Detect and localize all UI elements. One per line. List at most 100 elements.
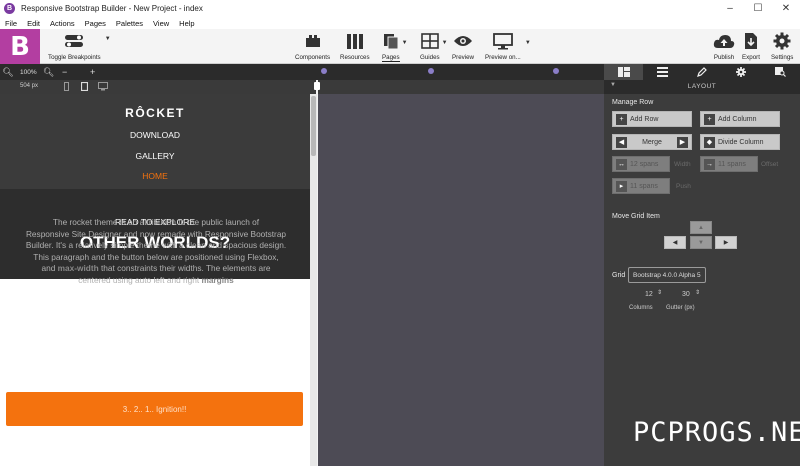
logo-letter: B — [10, 31, 30, 62]
width-select[interactable]: ↔ 12 spans — [612, 156, 670, 172]
menu-edit[interactable]: Edit — [27, 19, 40, 28]
paragraph-line: centered using auto left and right margi… — [8, 275, 304, 287]
pages-button[interactable]: Pages ▼ — [382, 32, 408, 62]
tablet-icon[interactable] — [80, 81, 89, 93]
paragraph-line: Builder. It's a relatively simple theme … — [25, 240, 287, 250]
add-column-button[interactable]: + Add Column — [700, 111, 780, 127]
zoom-minus-button[interactable]: − — [57, 67, 73, 77]
menu-palettes[interactable]: Palettes — [116, 19, 143, 28]
paragraph-line: Responsive Site Designer and now remade … — [25, 228, 287, 239]
zoom-out-icon[interactable]: 🔍︎ — [0, 67, 16, 78]
chevron-down-icon: ▼ — [524, 40, 531, 46]
tab-styles[interactable] — [643, 64, 682, 80]
zoom-plus-button[interactable]: + — [85, 67, 101, 77]
menu-view[interactable]: View — [153, 19, 169, 28]
layout-icon — [617, 67, 630, 77]
move-left-button[interactable]: ◀ — [664, 236, 686, 249]
preview-button[interactable]: Preview — [452, 32, 474, 61]
columns-stepper-icon[interactable]: ⇕ — [657, 289, 662, 296]
move-right-button[interactable]: ▶ — [715, 236, 737, 249]
move-down-button[interactable]: ▼ — [690, 236, 712, 249]
panel-header[interactable]: ▼ LAYOUT — [604, 80, 800, 94]
inspect-icon — [774, 67, 786, 77]
toggle-breakpoints-button[interactable]: Toggle Breakpoints ▼ — [48, 32, 111, 61]
nav-link-gallery[interactable]: GALLERY — [0, 151, 310, 161]
breakpoint-dot[interactable] — [321, 68, 327, 74]
export-button[interactable]: Export — [742, 32, 760, 61]
tab-layout[interactable] — [604, 64, 644, 80]
divide-column-label: Divide Column — [718, 138, 764, 146]
export-icon — [742, 32, 760, 50]
desktop-icon[interactable] — [98, 82, 108, 93]
toggle-breakpoints-label: Toggle Breakpoints — [48, 54, 101, 61]
canvas-width-label: 504 px — [20, 83, 39, 89]
merge-button[interactable]: ◀ Merge ▶ — [612, 134, 692, 150]
gutter-value[interactable]: 30 — [682, 291, 690, 298]
gutter-label: Gutter (px) — [666, 305, 695, 311]
tab-settings[interactable] — [722, 64, 761, 80]
merge-label: Merge — [642, 138, 662, 146]
preview-brand[interactable]: RÔCKET — [0, 106, 310, 120]
push-icon: ▸ — [616, 180, 627, 192]
menu-help[interactable]: Help — [179, 19, 194, 28]
scrollbar-thumb[interactable] — [311, 96, 316, 156]
main-toolbar: B Toggle Breakpoints ▼ Components Resour… — [0, 29, 800, 64]
list-icon — [657, 67, 669, 77]
components-label: Components — [295, 54, 331, 61]
breakpoint-dot[interactable] — [553, 68, 559, 74]
close-button[interactable]: ✕ — [772, 0, 800, 17]
guides-button[interactable]: Guides ▼ — [420, 32, 448, 61]
tab-inspect[interactable] — [761, 64, 800, 80]
maximize-button[interactable]: ☐ — [744, 0, 772, 17]
settings-button[interactable]: Settings — [771, 32, 793, 61]
merge-left-icon: ◀ — [616, 136, 627, 148]
ignition-button[interactable]: 3.. 2.. 1.. Ignition!! — [6, 392, 303, 426]
toggle-breakpoints-icon — [64, 32, 84, 50]
gutter-stepper-icon[interactable]: ⇕ — [695, 289, 700, 296]
chevron-down-icon: ▼ — [441, 40, 448, 46]
arrow-down-icon: ▼ — [698, 239, 704, 246]
publish-label: Publish — [713, 54, 735, 61]
add-row-button[interactable]: + Add Row — [612, 111, 692, 127]
chevron-down-icon: ▼ — [104, 36, 111, 42]
paragraph-bold: max-width — [57, 263, 99, 273]
grid-framework-select[interactable]: Bootstrap 4.0.0 Alpha 5 — [628, 267, 706, 283]
page-preview[interactable]: RÔCKET DOWNLOAD GALLERY HOME READ TO EXP… — [0, 94, 310, 466]
breakpoint-dot[interactable] — [428, 68, 434, 74]
preview-navbar[interactable]: RÔCKET DOWNLOAD GALLERY HOME — [0, 94, 310, 189]
chevron-down-icon: ▼ — [401, 40, 408, 46]
move-up-button[interactable]: ▲ — [690, 221, 712, 234]
canvas-resize-handle[interactable] — [314, 82, 320, 90]
zoom-value[interactable]: 100% — [20, 69, 37, 76]
preview-paragraph[interactable]: The rocket theme is an attribution to th… — [8, 217, 304, 286]
columns-value[interactable]: 12 — [645, 291, 653, 298]
preview-on-button[interactable]: Preview on... ▼ — [485, 32, 531, 61]
menu-actions[interactable]: Actions — [50, 19, 75, 28]
resources-label: Resources — [340, 54, 370, 61]
arrow-right-icon: ▶ — [723, 240, 729, 246]
preview-scrollbar[interactable] — [310, 94, 317, 466]
offset-select[interactable]: → 11 spans — [700, 156, 758, 172]
pencil-icon — [697, 67, 707, 77]
eye-icon — [453, 32, 473, 50]
add-row-icon: + — [616, 113, 627, 125]
zoom-in-icon[interactable]: 🔍︎ — [41, 67, 57, 78]
phone-icon[interactable] — [64, 82, 69, 93]
menu-pages[interactable]: Pages — [85, 19, 106, 28]
push-select[interactable]: ▸ 11 spans — [612, 178, 670, 194]
divide-column-button[interactable]: ◆ Divide Column — [700, 134, 780, 150]
components-button[interactable]: Components — [295, 32, 330, 61]
nav-link-home[interactable]: HOME — [0, 171, 310, 181]
minimize-button[interactable]: – — [716, 0, 744, 17]
components-icon — [304, 32, 322, 50]
menu-file[interactable]: File — [5, 19, 17, 28]
push-select-value: 11 spans — [630, 182, 658, 190]
watermark-text: PCPROGS.NET — [633, 417, 800, 448]
nav-link-download[interactable]: DOWNLOAD — [0, 130, 310, 140]
paragraph-line: and max-width that constraints their wid… — [8, 263, 304, 275]
resources-button[interactable]: Resources — [340, 32, 370, 61]
paragraph-bold: margins — [201, 274, 234, 285]
paragraph-text: and — [41, 263, 58, 273]
publish-button[interactable]: Publish — [713, 32, 735, 61]
tab-edit[interactable] — [682, 64, 721, 80]
